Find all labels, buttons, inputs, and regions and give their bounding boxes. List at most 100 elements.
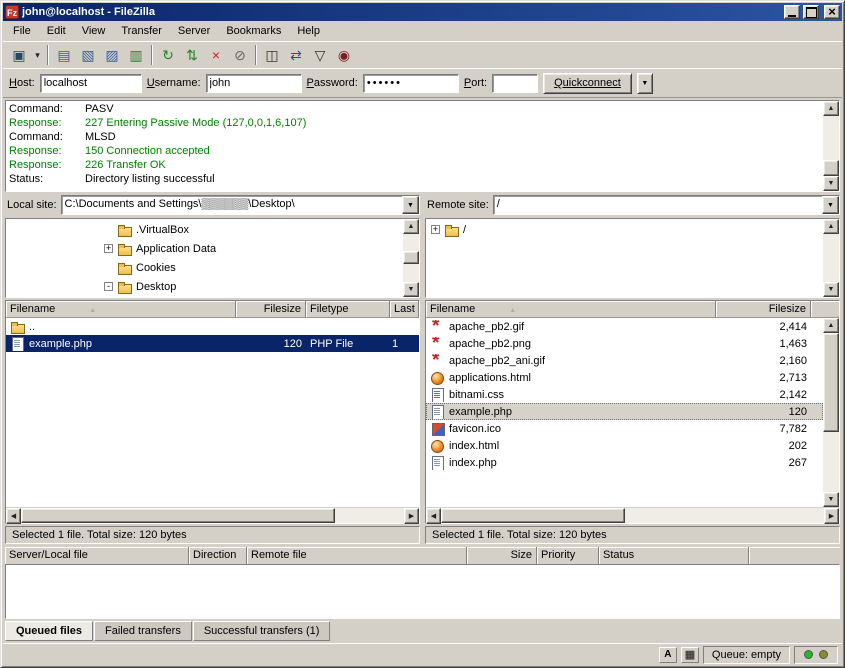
remote-site-combo[interactable]: / <box>493 195 840 215</box>
scrollbar-thumb[interactable] <box>21 508 335 523</box>
menu-item[interactable]: Help <box>289 22 328 40</box>
tree-item[interactable]: Cookies <box>6 258 403 277</box>
toggle-transfer-queue-button[interactable]: ▥ <box>124 44 148 66</box>
column-header-direction[interactable]: Direction <box>189 547 247 564</box>
disconnect-button[interactable]: ⊘ <box>228 44 252 66</box>
scrollbar-thumb[interactable] <box>441 508 625 523</box>
column-header-remote-file[interactable]: Remote file <box>247 547 467 564</box>
scrollbar-thumb[interactable] <box>403 251 419 264</box>
scroll-up-button[interactable] <box>403 219 419 234</box>
scroll-down-button[interactable] <box>403 282 419 297</box>
local-horizontal-scrollbar[interactable] <box>6 507 419 523</box>
scroll-left-button[interactable] <box>426 508 441 524</box>
scroll-right-button[interactable] <box>824 508 839 524</box>
remote-site-path[interactable]: / <box>494 196 822 214</box>
scroll-left-button[interactable] <box>6 508 21 524</box>
menu-item[interactable]: File <box>5 22 39 40</box>
example.php[interactable]: example.php 120 <box>426 403 823 420</box>
..[interactable]: .. <box>6 318 419 335</box>
scrollbar-track[interactable] <box>823 333 839 492</box>
refresh-button[interactable]: ↻ <box>156 44 180 66</box>
example.php[interactable]: example.php 120 PHP File 1 <box>6 335 419 352</box>
remote-vertical-scrollbar[interactable] <box>823 318 839 507</box>
scroll-up-button[interactable] <box>823 101 839 116</box>
column-header-status[interactable]: Status <box>599 547 749 564</box>
host-input[interactable] <box>40 74 142 93</box>
menu-item[interactable]: Server <box>170 22 218 40</box>
scroll-down-button[interactable] <box>823 492 839 507</box>
filezilla-logo-icon[interactable]: Fz <box>5 5 19 19</box>
scrollbar-track[interactable] <box>441 508 824 523</box>
scroll-right-button[interactable] <box>404 508 419 524</box>
menu-item[interactable]: View <box>74 22 114 40</box>
column-header-filesize[interactable]: Filesize <box>716 301 811 317</box>
toggle-message-log-button[interactable]: ▤ <box>52 44 76 66</box>
chevron-down-icon[interactable] <box>822 196 839 214</box>
remote-tree-scrollbar[interactable] <box>823 219 839 297</box>
username-input[interactable] <box>206 74 302 93</box>
scroll-up-button[interactable] <box>823 219 839 234</box>
quickconnect-dropdown-button[interactable] <box>637 73 653 94</box>
tree-item[interactable]: .VirtualBox <box>6 220 403 239</box>
column-header-filename[interactable]: Filename <box>6 301 236 317</box>
scroll-up-button[interactable] <box>823 318 839 333</box>
local-site-combo[interactable]: C:\Documents and Settings\▒▒▒▒▒▒\Desktop… <box>61 195 420 215</box>
synchronized-browsing-button[interactable]: ⇄ <box>284 44 308 66</box>
scrollbar-thumb[interactable] <box>823 160 839 176</box>
column-header-size[interactable]: Size <box>467 547 537 564</box>
scrollbar-track[interactable] <box>823 116 839 176</box>
apache_pb2_ani.gif[interactable]: apache_pb2_ani.gif 2,160 <box>426 352 823 369</box>
apache_pb2.gif[interactable]: apache_pb2.gif 2,414 <box>426 318 823 335</box>
tree-expander-icon[interactable]: + <box>104 244 113 253</box>
scrollbar-track[interactable] <box>823 234 839 282</box>
menu-item[interactable]: Bookmarks <box>218 22 289 40</box>
scroll-down-button[interactable] <box>823 282 839 297</box>
column-header-filesize[interactable]: Filesize <box>236 301 306 317</box>
filter-button[interactable]: ▽ <box>308 44 332 66</box>
menu-item[interactable]: Edit <box>39 22 74 40</box>
index.html[interactable]: index.html 202 <box>426 437 823 454</box>
password-input[interactable] <box>363 74 459 93</box>
log-vertical-scrollbar[interactable] <box>823 101 839 191</box>
tab-failed-transfers[interactable]: Failed transfers <box>94 621 192 641</box>
applications.html[interactable]: applications.html 2,713 <box>426 369 823 386</box>
scroll-down-button[interactable] <box>823 176 839 191</box>
tab-queued-files[interactable]: Queued files <box>5 621 93 641</box>
quickconnect-button[interactable]: Quickconnect <box>543 73 632 94</box>
chevron-down-icon[interactable] <box>402 196 419 214</box>
tree-item[interactable]: - Desktop <box>6 277 403 296</box>
menu-item[interactable]: Transfer <box>113 22 170 40</box>
favicon.ico[interactable]: favicon.ico 7,782 <box>426 420 823 437</box>
cancel-button[interactable]: × <box>204 44 228 66</box>
process-queue-button[interactable]: ⇅ <box>180 44 204 66</box>
local-tree-scrollbar[interactable] <box>403 219 419 297</box>
column-header-filetype[interactable]: Filetype <box>306 301 390 317</box>
port-input[interactable] <box>492 74 538 93</box>
close-button[interactable] <box>824 5 840 19</box>
tree-item[interactable]: + Application Data <box>6 239 403 258</box>
column-header-server-local-file[interactable]: Server/Local file <box>5 547 189 564</box>
maximize-button[interactable] <box>803 5 819 19</box>
column-header-last-modified[interactable]: Last modified <box>390 301 419 317</box>
minimize-button[interactable] <box>784 5 800 19</box>
column-header-filename[interactable]: Filename <box>426 301 716 317</box>
index.php[interactable]: index.php 267 <box>426 454 823 471</box>
tab-successful-transfers[interactable]: Successful transfers (1) <box>193 621 331 641</box>
site-manager-dropdown-button[interactable]: ▾ <box>31 44 44 66</box>
tree-expander-icon[interactable]: + <box>431 225 440 234</box>
column-header-priority[interactable]: Priority <box>537 547 599 564</box>
apache_pb2.png[interactable]: apache_pb2.png 1,463 <box>426 335 823 352</box>
directory-comparison-button[interactable]: ◫ <box>260 44 284 66</box>
scrollbar-thumb[interactable] <box>823 333 839 432</box>
scrollbar-track[interactable] <box>403 234 419 282</box>
scrollbar-track[interactable] <box>21 508 404 523</box>
remote-horizontal-scrollbar[interactable] <box>426 507 839 523</box>
bitnami.css[interactable]: bitnami.css 2,142 <box>426 386 823 403</box>
toggle-remote-tree-button[interactable]: ▨ <box>100 44 124 66</box>
find-button[interactable]: ◉ <box>332 44 356 66</box>
site-manager-button[interactable]: ▣ <box>7 44 31 66</box>
toggle-local-tree-button[interactable]: ▧ <box>76 44 100 66</box>
tree-item[interactable]: + / <box>426 220 823 239</box>
tree-expander-icon[interactable]: - <box>104 282 113 291</box>
local-site-path[interactable]: C:\Documents and Settings\▒▒▒▒▒▒\Desktop… <box>62 196 402 214</box>
